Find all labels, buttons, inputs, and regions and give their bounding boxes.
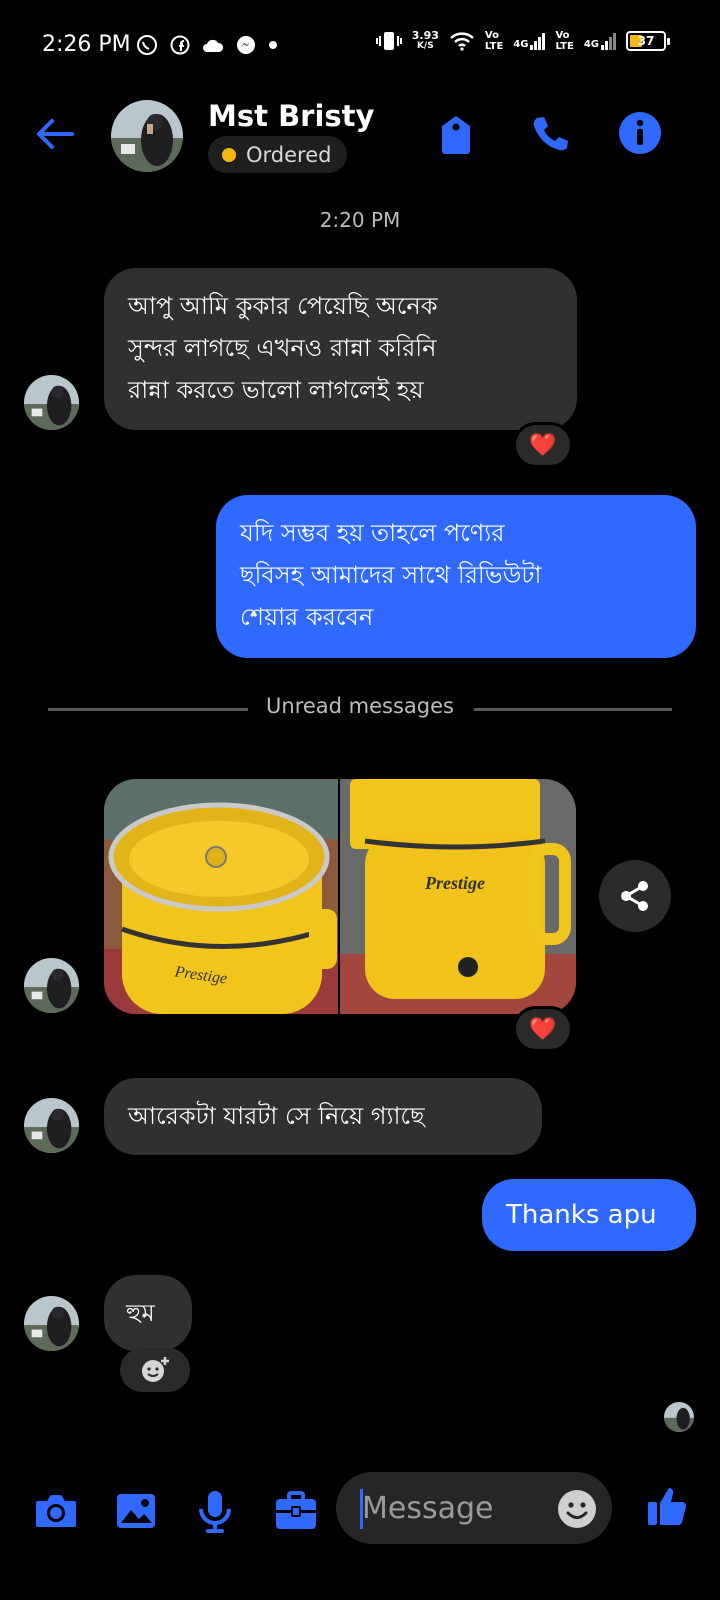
message-line: যদি সম্ভব হয় তাহলে পণ্যের (240, 519, 505, 547)
microphone-icon[interactable] (191, 1487, 239, 1535)
message-composer (0, 1465, 720, 1560)
share-button[interactable] (599, 860, 671, 932)
notification-icons (136, 34, 278, 56)
add-reaction-button[interactable] (120, 1348, 190, 1392)
message-line: শেয়ার করবেন (240, 603, 374, 631)
divider-line-right (474, 708, 672, 711)
camera-icon[interactable] (32, 1487, 80, 1535)
product-photo-1[interactable]: Prestige (104, 779, 338, 1014)
message-timestamp: 2:20 PM (319, 208, 401, 232)
seen-indicator-avatar (664, 1402, 694, 1432)
outgoing-message-bubble[interactable]: যদি সম্ভব হয় তাহলে পণ্যের ছবিসহ আমাদের … (216, 495, 696, 658)
cloud-icon (203, 39, 224, 52)
unread-messages-divider: Unread messages (266, 694, 454, 718)
message-line: ছবিসহ আমাদের সাথে রিভিউটা (240, 561, 542, 589)
briefcase-icon[interactable] (272, 1487, 320, 1535)
battery-icon: 37 (626, 31, 670, 51)
status-time: 2:26 PM (42, 32, 131, 57)
signal-icon-2: 4G (584, 32, 616, 50)
system-icons: 3.93 K/S Vo LTE 4G Vo LTE 4G 37 (375, 29, 670, 52)
heart-reaction[interactable]: ❤️ (513, 422, 573, 468)
chat-header: Mst Bristy Ordered (0, 95, 720, 185)
product-photo-2[interactable]: Prestige (340, 779, 576, 1014)
message-line: আপু আমি কুকার পেয়েছি অনেক (128, 292, 438, 320)
net-speed: 3.93 K/S (411, 29, 439, 51)
messenger-icon (237, 36, 255, 54)
message-line: আরেকটা যারটা সে নিয়ে গ্যাছে (128, 1102, 425, 1130)
message-line: হুম (126, 1299, 155, 1327)
thumbs-up-icon[interactable] (645, 1483, 691, 1529)
incoming-message-bubble[interactable]: আপু আমি কুকার পেয়েছি অনেক সুন্দর লাগছে … (104, 268, 577, 430)
tag-icon[interactable] (434, 113, 478, 157)
sim1-label: Vo LTE (484, 30, 504, 52)
facebook-icon (170, 35, 190, 55)
status-label: Ordered (246, 142, 332, 167)
sender-avatar[interactable] (24, 375, 79, 430)
svg-text:Prestige: Prestige (424, 873, 485, 893)
text-caret (360, 1489, 363, 1529)
phone-icon[interactable] (528, 113, 572, 157)
incoming-message-bubble[interactable]: হুম (104, 1275, 192, 1351)
message-line: রান্না করতে ভালো লাগলেই হয় (128, 376, 424, 404)
add-emoji-icon (142, 1357, 169, 1382)
share-icon (621, 881, 648, 911)
gallery-icon[interactable] (112, 1487, 160, 1535)
status-bar: 2:26 PM 3.93 K/S Vo LTE 4G Vo LTE 4G 37 (0, 0, 720, 90)
contact-avatar[interactable] (111, 100, 183, 172)
incoming-message-bubble[interactable]: আরেকটা যারটা সে নিয়ে গ্যাছে (104, 1078, 542, 1155)
message-line: সুন্দর লাগছে এখনও রান্না করিনি (128, 334, 437, 362)
contact-name[interactable]: Mst Bristy (208, 99, 374, 133)
back-arrow-icon[interactable] (34, 113, 76, 155)
info-icon[interactable] (617, 110, 663, 156)
emoji-icon[interactable] (557, 1489, 597, 1529)
sender-avatar[interactable] (24, 1296, 79, 1351)
heart-icon: ❤️ (529, 1016, 557, 1042)
status-dot (222, 147, 236, 162)
message-line: Thanks apu (506, 1200, 657, 1230)
signal-icon: 4G (513, 32, 546, 50)
sim2-label: Vo LTE (555, 30, 574, 52)
vibrate-icon (375, 32, 402, 50)
outgoing-message-bubble[interactable]: Thanks apu (482, 1179, 696, 1251)
sender-avatar[interactable] (24, 1098, 79, 1153)
heart-reaction[interactable]: ❤️ (513, 1006, 573, 1052)
dot-icon (269, 41, 277, 49)
whatsapp-icon (137, 35, 157, 55)
sender-avatar[interactable] (24, 958, 79, 1013)
heart-icon: ❤️ (529, 432, 557, 458)
order-status-badge[interactable]: Ordered (208, 136, 348, 173)
wifi-icon (450, 32, 474, 51)
